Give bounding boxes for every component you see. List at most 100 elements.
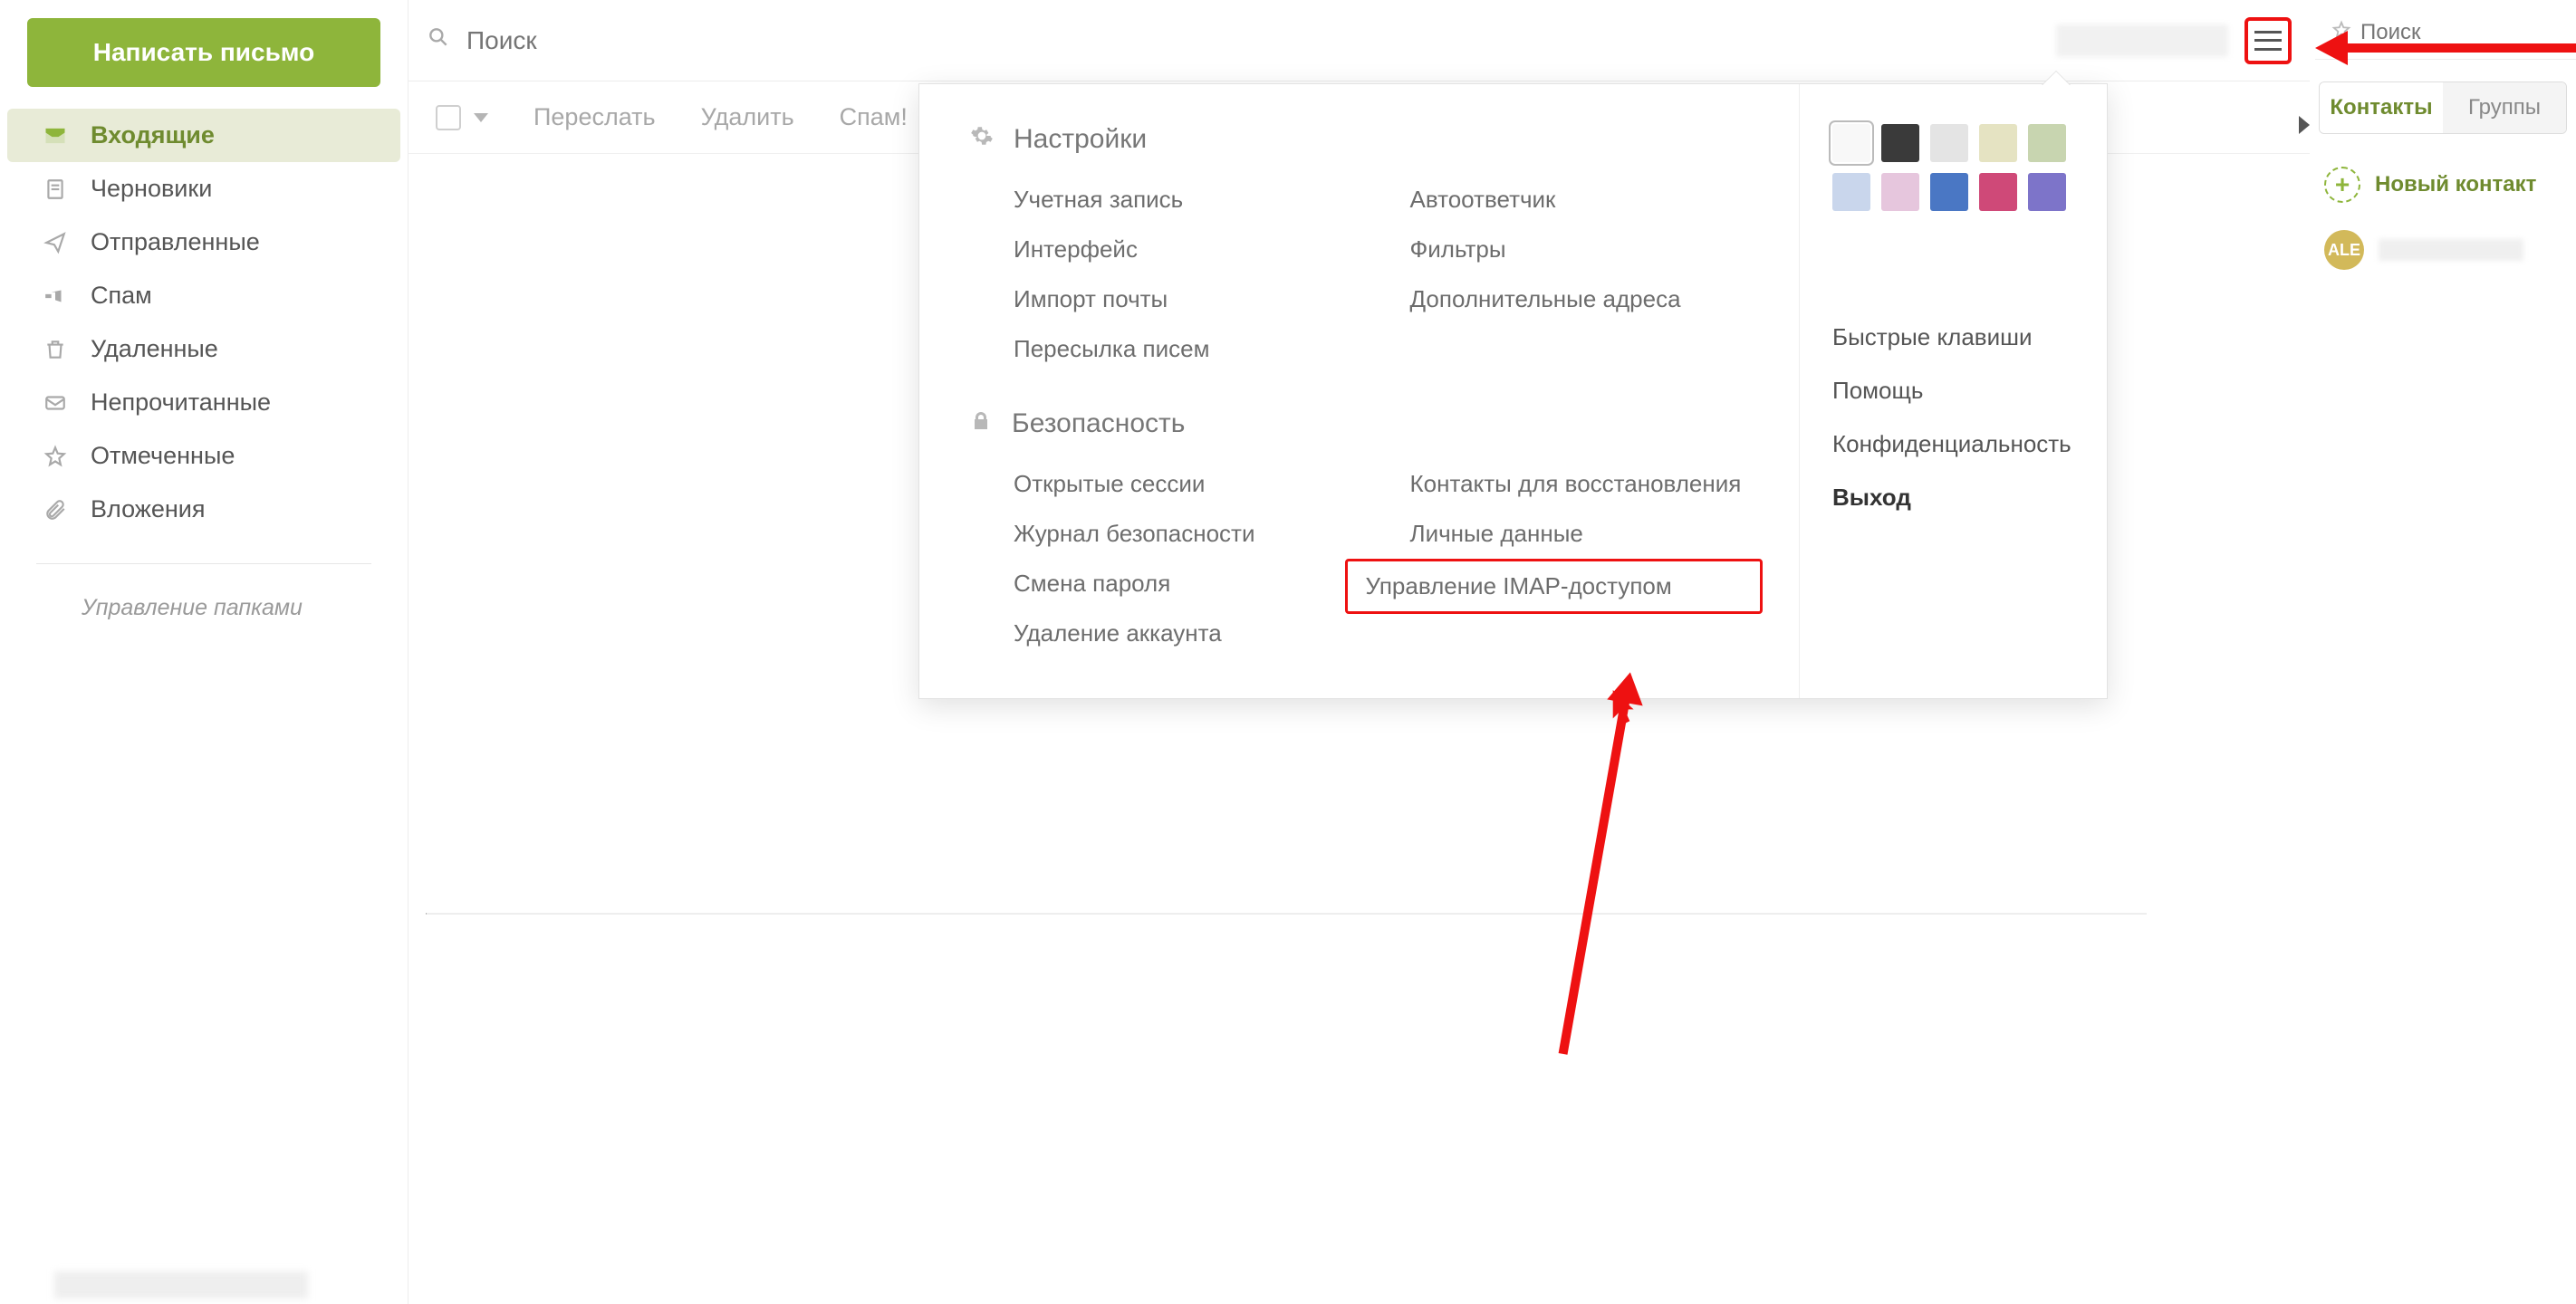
spam-action[interactable]: Спам! (840, 103, 908, 131)
theme-swatch[interactable] (2028, 124, 2066, 162)
search-input[interactable] (466, 26, 738, 55)
sidebar-item-label: Отмеченные (91, 442, 235, 470)
hamburger-icon (2254, 31, 2282, 51)
theme-swatch[interactable] (1881, 173, 1919, 211)
dropdown-right-links: Быстрые клавиши Помощь Конфиденциальност… (1832, 311, 2074, 524)
theme-swatch[interactable] (1832, 173, 1870, 211)
sidebar-item-unread[interactable]: Непрочитанные (0, 376, 408, 429)
settings-heading: Настройки (970, 124, 1763, 155)
tab-contacts[interactable]: Контакты (2320, 82, 2443, 133)
sidebar-item-label: Входящие (91, 121, 215, 149)
avatar: ALE (2324, 230, 2364, 270)
contacts-search-row: ↓↑ (2315, 18, 2576, 60)
sidebar-item-inbox[interactable]: Входящие (7, 109, 400, 162)
new-contact-label: Новый контакт (2375, 172, 2536, 197)
link-help[interactable]: Помощь (1832, 364, 2074, 417)
compose-button[interactable]: Написать письмо (27, 18, 380, 87)
plus-icon: + (2324, 167, 2360, 203)
chevron-down-icon (474, 113, 488, 122)
settings-col2: Автоответчик Фильтры Дополнительные адре… (1367, 175, 1764, 374)
sidebar-item-label: Отправленные (91, 228, 260, 256)
sidebar-item-trash[interactable]: Удаленные (0, 322, 408, 376)
select-all[interactable] (436, 105, 488, 130)
contact-name (2379, 239, 2523, 261)
unread-icon (42, 389, 69, 417)
search-box[interactable] (427, 25, 2056, 55)
security-col1: Открытые сессии Журнал безопасности Смен… (970, 459, 1367, 658)
link-shortcuts[interactable]: Быстрые клавиши (1832, 311, 2074, 364)
security-link-recovery[interactable]: Контакты для восстановления (1367, 459, 1764, 509)
security-link-sessions[interactable]: Открытые сессии (970, 459, 1367, 509)
settings-link-filters[interactable]: Фильтры (1367, 225, 1764, 274)
settings-col1: Учетная запись Интерфейс Импорт почты Пе… (970, 175, 1367, 374)
settings-link-account[interactable]: Учетная запись (970, 175, 1367, 225)
security-link-imap[interactable]: Управление IMAP-доступом (1345, 559, 1764, 614)
manage-folders-link[interactable]: Управление папками (0, 595, 408, 621)
security-link-password[interactable]: Смена пароля (970, 559, 1367, 609)
spam-icon (42, 283, 69, 310)
sidebar-item-label: Непрочитанные (91, 388, 271, 417)
annotation-cursor-icon (1612, 690, 1639, 733)
sidebar-item-starred[interactable]: Отмеченные (0, 429, 408, 483)
draft-icon (42, 176, 69, 203)
user-label[interactable] (2056, 24, 2228, 57)
checkbox-icon (436, 105, 461, 130)
attach-icon (42, 496, 69, 523)
settings-menu-button[interactable] (2244, 17, 2292, 64)
contacts-panel: ↓↑ Контакты Группы + Новый контакт ALE (2315, 0, 2576, 270)
left-sidebar: Написать письмо Входящие Черновики Отпра… (0, 0, 408, 1304)
star-icon (42, 443, 69, 470)
theme-swatches (1832, 124, 2068, 211)
sidebar-item-label: Вложения (91, 495, 205, 523)
collapse-arrow-icon[interactable] (2299, 116, 2310, 134)
dropdown-right: Быстрые клавиши Помощь Конфиденциальност… (1799, 84, 2107, 698)
footer-links[interactable] (54, 1271, 308, 1299)
sidebar-item-drafts[interactable]: Черновики (0, 162, 408, 216)
security-link-delete-account[interactable]: Удаление аккаунта (970, 609, 1367, 658)
contact-row[interactable]: ALE (2324, 230, 2576, 270)
forward-action[interactable]: Переслать (533, 103, 656, 131)
link-logout[interactable]: Выход (1832, 471, 2074, 524)
settings-link-aliases[interactable]: Дополнительные адреса (1367, 274, 1764, 324)
sidebar-item-spam[interactable]: Спам (0, 269, 408, 322)
heading-text: Настройки (1014, 124, 1147, 155)
divider (36, 563, 371, 564)
inbox-icon (42, 122, 69, 149)
sidebar-item-label: Удаленные (91, 335, 218, 363)
settings-link-interface[interactable]: Интерфейс (970, 225, 1367, 274)
tab-groups[interactable]: Группы (2443, 82, 2566, 133)
trash-icon (42, 336, 69, 363)
link-privacy[interactable]: Конфиденциальность (1832, 417, 2074, 471)
settings-link-forwarding[interactable]: Пересылка писем (970, 324, 1367, 374)
theme-swatch[interactable] (1881, 124, 1919, 162)
security-col2: Контакты для восстановления Личные данны… (1367, 459, 1764, 658)
sidebar-item-sent[interactable]: Отправленные (0, 216, 408, 269)
theme-swatch[interactable] (1832, 124, 1870, 162)
theme-swatch[interactable] (1930, 124, 1968, 162)
theme-swatch[interactable] (2028, 173, 2066, 211)
sidebar-item-label: Спам (91, 282, 152, 310)
contacts-tabs: Контакты Группы (2319, 82, 2567, 134)
settings-dropdown: Настройки Учетная запись Интерфейс Импор… (918, 83, 2108, 699)
sidebar-item-label: Черновики (91, 175, 212, 203)
sidebar-item-attachments[interactable]: Вложения (0, 483, 408, 536)
theme-swatch[interactable] (1979, 124, 2017, 162)
security-link-personal[interactable]: Личные данные (1367, 509, 1764, 559)
settings-link-autoreply[interactable]: Автоответчик (1367, 175, 1764, 225)
gear-icon (970, 124, 994, 155)
theme-swatch[interactable] (1979, 173, 2017, 211)
settings-link-import[interactable]: Импорт почты (970, 274, 1367, 324)
annotation-arrow (2346, 43, 2576, 53)
divider (426, 913, 2147, 915)
contacts-search-input[interactable] (2360, 20, 2576, 45)
lock-icon (970, 408, 992, 439)
dropdown-left: Настройки Учетная запись Интерфейс Импор… (919, 84, 1799, 698)
theme-swatch[interactable] (1930, 173, 1968, 211)
delete-action[interactable]: Удалить (701, 103, 794, 131)
security-heading: Безопасность (970, 408, 1763, 439)
new-contact-button[interactable]: + Новый контакт (2324, 167, 2576, 203)
security-link-log[interactable]: Журнал безопасности (970, 509, 1367, 559)
search-icon (427, 25, 450, 55)
topbar (409, 0, 2310, 82)
folder-list: Входящие Черновики Отправленные Спам Уда… (0, 109, 408, 536)
